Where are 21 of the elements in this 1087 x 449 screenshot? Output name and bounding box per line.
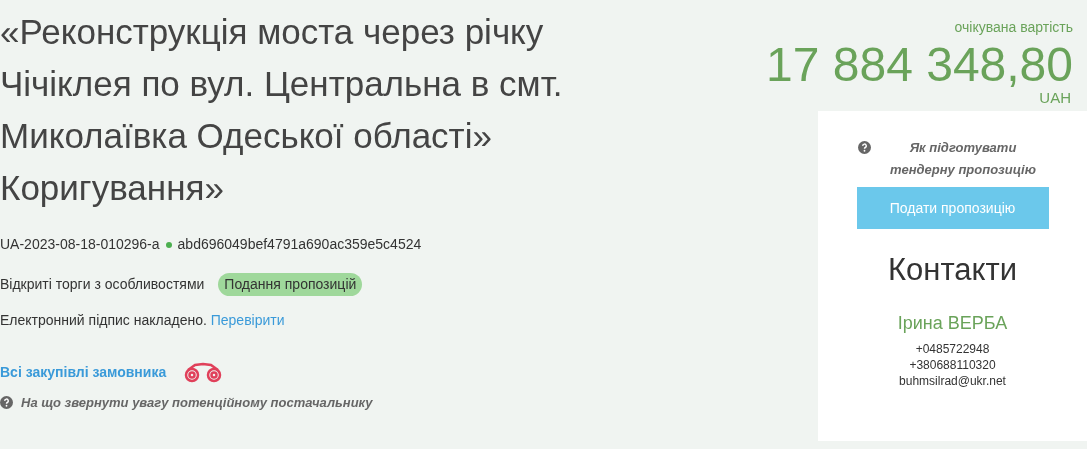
tender-hash: abd696049bef4791a690ac359e5c4524 <box>177 235 422 254</box>
currency: UAH <box>1039 90 1071 105</box>
procedure-type: Відкриті торги з особливостями <box>0 275 205 294</box>
help-icon <box>857 141 871 154</box>
help-icon <box>0 396 13 410</box>
proposal-hint[interactable]: Як підготувати тендерну пропозицію <box>878 137 1048 181</box>
price-amount: 17 884 348,80 <box>766 40 1073 90</box>
supplier-hint[interactable]: На що звернути увагу потенційному постачальнику <box>21 393 373 413</box>
signature-text: Електронний підпис накладено. Перевірити <box>0 311 286 330</box>
phone-number: +0485722948 <box>915 340 990 357</box>
submit-proposal-button[interactable]: Подати пропозицію <box>856 187 1049 229</box>
phone-number: +380688110320 <box>909 356 996 373</box>
tender-id: UA-2023-08-18-010296-a <box>0 235 160 254</box>
price-label: очікувана вартість <box>954 18 1073 37</box>
buyer-tenders-link[interactable]: Всі закупівлі замовника <box>0 361 167 383</box>
contact-name: Ірина ВЕРБА <box>897 311 1008 335</box>
tender-title: «Реконструкція моста через річку Чічіклея по вул. Центральна в смт. Миколаївка Одеської області» Коригування» <box>0 11 564 209</box>
verify-link[interactable]: Перевірити <box>210 312 285 328</box>
contacts-title: Контакти <box>888 251 1017 289</box>
email: buhmsilrad@ukr.net <box>899 372 1006 389</box>
status-badge: Подання пропозицій <box>218 273 363 296</box>
